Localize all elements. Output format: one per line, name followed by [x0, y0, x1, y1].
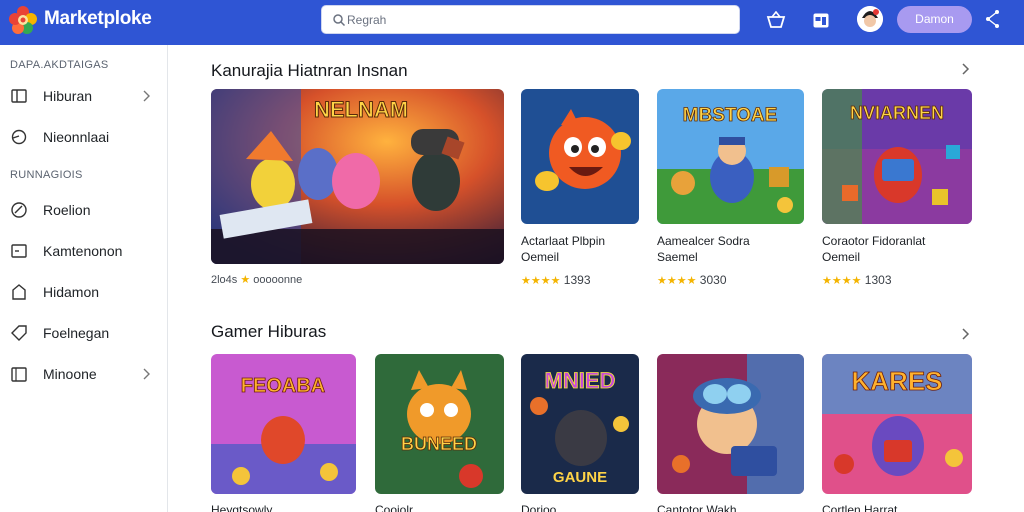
sidebar-section-title: RUNNAGIOIS	[10, 169, 83, 181]
login-button[interactable]: Damon	[897, 6, 972, 33]
card-image-title: KARES	[851, 366, 942, 396]
columns-icon	[11, 89, 27, 103]
sidebar-item-nieonnlaai[interactable]: Nieonnlaai	[0, 120, 167, 154]
card-subtitle: Saemel	[657, 250, 698, 264]
game-card-image[interactable]: BUNEED	[375, 354, 504, 494]
star-rating-icon: ★★★★	[521, 275, 561, 287]
monitor-icon	[11, 244, 27, 258]
rating-count: 3030	[699, 273, 727, 287]
game-card-title[interactable]: Cantotor Wakh	[657, 502, 737, 512]
section-title-games: Gamer Hiburas	[211, 322, 327, 341]
card-title[interactable]: Actarlaat Plbpin Oemeil	[521, 233, 605, 265]
hero-meta-label: ooooonne	[253, 274, 303, 286]
sidebar-item-label: Foelnegan	[43, 325, 110, 341]
sidebar-item-hidamon[interactable]: Hidamon	[0, 275, 167, 309]
star-rating-icon: ★★★★	[657, 275, 697, 287]
card-rating: ★★★★ 1303	[822, 273, 892, 287]
card-rating: ★★★★ 3030	[657, 273, 727, 287]
chevron-right-icon[interactable]	[958, 62, 972, 76]
game-card-image[interactable]: FEOABA	[211, 354, 356, 494]
share-icon[interactable]	[984, 9, 1002, 29]
game-card-title[interactable]: Heygtsowly	[211, 502, 272, 512]
card-title-line: Aamealcer Sodra	[657, 234, 750, 248]
sidebar-item-kamtenonon[interactable]: Kamtenonon	[0, 234, 167, 268]
chevron-right-icon	[143, 368, 150, 380]
star-rating-icon: ★★★★	[822, 275, 862, 287]
game-card-title[interactable]: Cooiolr	[375, 502, 413, 512]
card-image-title: BUNEED	[401, 434, 477, 454]
sidebar-item-label: Nieonnlaai	[43, 129, 110, 145]
avatar[interactable]	[857, 6, 883, 32]
sidebar-item-label: Kamtenonon	[43, 243, 123, 259]
hero-image-title: NELNAM	[314, 97, 408, 122]
star-icon: ★	[240, 274, 251, 286]
basket-icon[interactable]	[765, 9, 787, 31]
bag-icon	[12, 284, 26, 300]
chevron-right-icon[interactable]	[958, 327, 972, 341]
rating-count: 1393	[563, 273, 591, 287]
game-card-image[interactable]: MNIED GAUNE	[521, 354, 639, 494]
game-card-image[interactable]: KARES	[822, 354, 972, 494]
card-image-title: MBSTOAE	[683, 105, 778, 126]
featured-card-image[interactable]: MBSTOAE	[657, 89, 804, 224]
sidebar-item-minoone[interactable]: Minoone	[0, 357, 167, 391]
featured-hero-image[interactable]: NELNAM	[211, 89, 504, 264]
rating-count: 1303	[864, 273, 892, 287]
tag-icon	[11, 202, 27, 218]
sidebar-section-title: DAPA.AKDTAIGAS	[10, 59, 109, 71]
card-title-line: Coraotor Fidoranlat	[822, 234, 926, 248]
featured-card-image[interactable]	[521, 89, 639, 224]
sidebar-item-hiburan[interactable]: Hiburan	[0, 79, 167, 113]
sidebar: DAPA.AKDTAIGAS Hiburan Nieonnlaai RUNNAG…	[0, 45, 168, 512]
card-title[interactable]: Aamealcer Sodra Saemel	[657, 233, 750, 265]
top-bar: Marketploke Regrah Damon	[0, 0, 1024, 45]
sidebar-item-label: Hiburan	[43, 88, 93, 104]
sidebar-item-label: Hidamon	[43, 284, 100, 300]
section-title-featured: Kanurajia Hiatnran Insnan	[211, 61, 408, 80]
calendar-icon[interactable]	[810, 9, 832, 31]
sidebar-item-roelion[interactable]: Roelion	[0, 193, 167, 227]
search-icon	[333, 14, 346, 27]
sidebar-item-label: Roelion	[43, 202, 91, 218]
card-subtitle: Oemeil	[521, 250, 560, 264]
card-title-line: Actarlaat Plbpin	[521, 234, 606, 248]
sidebar-item-foelnegan[interactable]: Foelnegan	[0, 316, 167, 350]
hero-meta: 2lo4s ★ ooooonne	[211, 273, 302, 286]
card-subtitle: Oemeil	[822, 250, 861, 264]
card-image-title: FEOABA	[241, 375, 325, 397]
game-card-title[interactable]: Cortlen Harrat	[822, 502, 897, 512]
card-image-title: NVIARNEN	[850, 103, 944, 123]
card-image-subtitle: GAUNE	[553, 469, 607, 486]
card-rating: ★★★★ 1393	[521, 273, 591, 287]
flower-logo-icon[interactable]	[8, 5, 38, 35]
game-card-image[interactable]	[657, 354, 804, 494]
circle-icon	[11, 129, 27, 145]
sidebar-item-label: Minoone	[43, 366, 97, 382]
featured-card-image[interactable]: NVIARNEN	[822, 89, 972, 224]
frame-icon	[11, 367, 27, 382]
hero-meta-count: 2lo4s	[211, 274, 238, 286]
tag-outline-icon	[11, 325, 27, 341]
card-image-title: MNIED	[545, 368, 616, 393]
search-input[interactable]: Regrah	[321, 5, 740, 34]
brand-name[interactable]: Marketploke	[44, 8, 152, 30]
chevron-right-icon	[143, 90, 150, 102]
card-title[interactable]: Coraotor Fidoranlat Oemeil	[822, 233, 925, 265]
game-card-title[interactable]: Dorioo	[521, 502, 556, 512]
search-placeholder: Regrah	[347, 13, 387, 27]
